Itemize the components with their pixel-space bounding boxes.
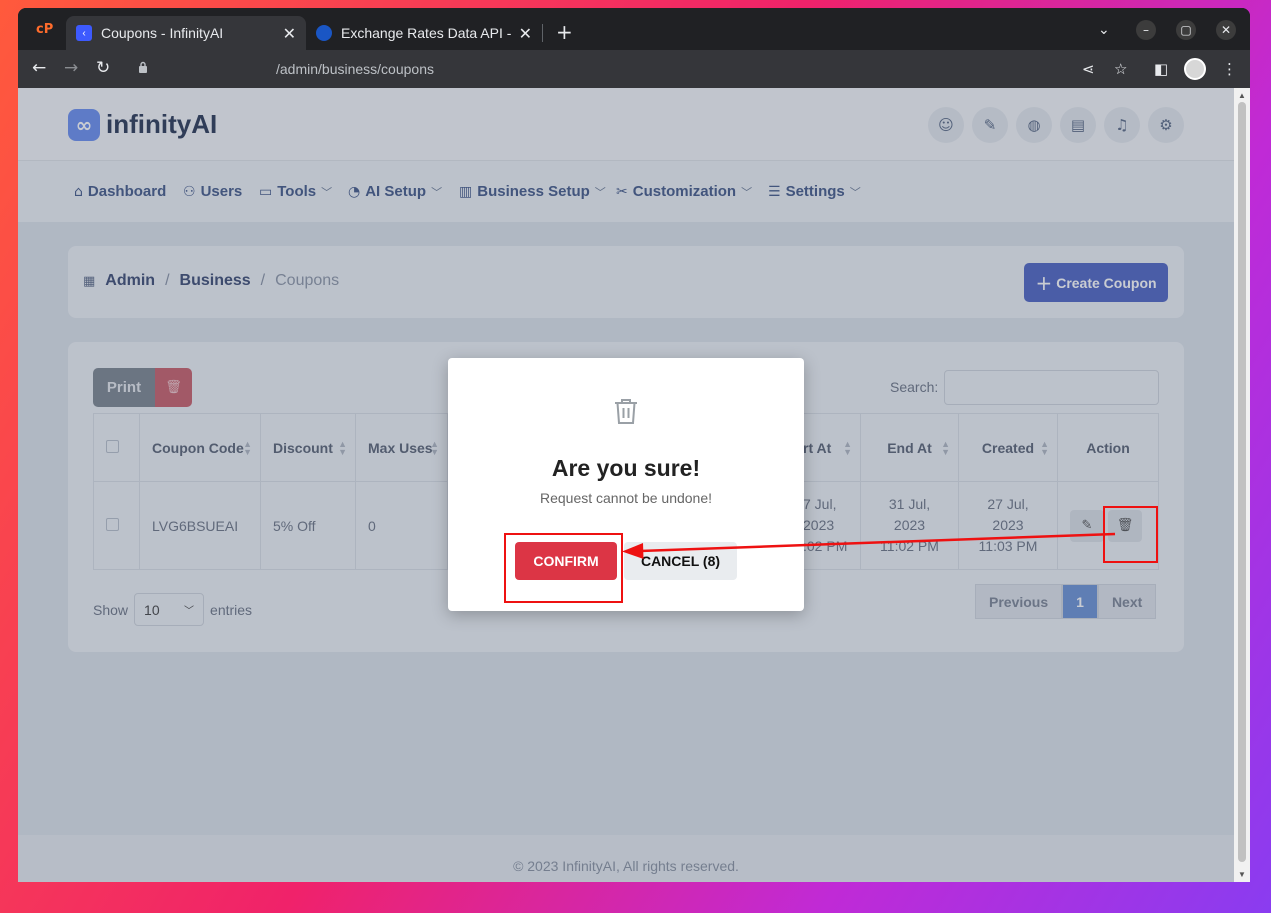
tab-exchange-rates[interactable]: Exchange Rates Data API - ✕ [306,16,542,50]
annotation-arrow [622,532,1116,559]
maximize-icon[interactable]: ▢ [1176,20,1196,40]
browser-toolbar: ← → ↻ /admin/business/coupons ⋖ ☆ ◧ ⋮ [18,50,1250,88]
browser-window: cP ‹ Coupons - InfinityAI ✕ Exchange Rat… [18,8,1250,882]
side-panel-icon[interactable]: ◧ [1154,60,1168,78]
url-text[interactable]: /admin/business/coupons [276,61,434,77]
cpanel-icon[interactable]: cP [36,22,54,38]
tab-title: Coupons - InfinityAI [101,25,224,41]
bookmark-star-icon[interactable]: ☆ [1114,60,1127,78]
close-tab-icon[interactable]: ✕ [283,24,296,43]
tab-strip: cP ‹ Coupons - InfinityAI ✕ Exchange Rat… [18,8,1250,50]
exchange-favicon-icon [316,25,332,41]
scrollbar-thumb[interactable] [1238,102,1246,862]
menu-kebab-icon[interactable]: ⋮ [1222,60,1237,78]
tab-separator [542,24,543,42]
page-scrollbar[interactable]: ▲ ▼ [1234,88,1250,882]
tab-coupons[interactable]: ‹ Coupons - InfinityAI ✕ [66,16,306,50]
close-window-icon[interactable]: ✕ [1216,20,1236,40]
share-icon[interactable]: ⋖ [1082,60,1095,78]
scroll-up-icon[interactable]: ▲ [1238,91,1246,100]
new-tab-icon[interactable]: + [556,20,573,44]
profile-avatar[interactable] [1184,58,1206,80]
reload-icon[interactable]: ↻ [96,58,110,78]
tab-title: Exchange Rates Data API - [341,25,512,41]
minimize-icon[interactable]: – [1136,20,1156,40]
lock-icon [139,61,147,73]
forward-icon[interactable]: → [64,58,78,78]
page-viewport: ∞ infinityAI ☺ ✎ ◍ ▤ ♫ ⚙ ⌂ Dashboard ⚇ U… [18,88,1234,882]
close-tab-icon[interactable]: ✕ [519,24,532,43]
scroll-down-icon[interactable]: ▼ [1238,870,1246,879]
tab-search-chevron-icon[interactable]: ⌄ [1098,22,1110,38]
infinityai-favicon-icon: ‹ [76,25,92,41]
back-icon[interactable]: ← [32,58,46,78]
